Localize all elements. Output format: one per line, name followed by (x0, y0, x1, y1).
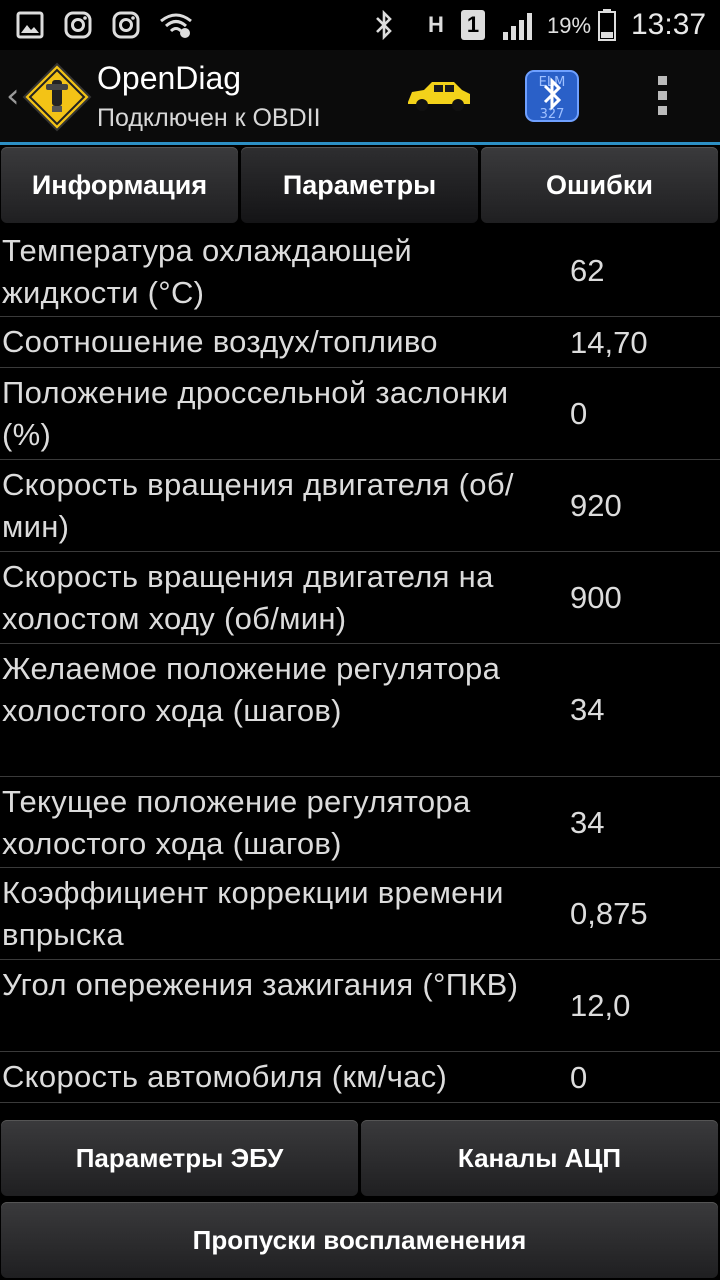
parameter-name: Скорость вращения двигателя на холостом … (2, 559, 494, 636)
parameter-value: 900 (570, 580, 622, 615)
parameter-list[interactable]: Температура охлаждающей жидкости (°C) 62… (0, 226, 720, 1112)
list-item: Соотношение воздух/топливо 14,70 (0, 317, 720, 368)
parameter-name: Коэффициент коррекции времени впрыска (2, 875, 504, 952)
list-item: Коэффициент коррекции времени впрыска 0,… (0, 868, 720, 960)
parameter-name: Текущее положение регулятора холостого х… (2, 784, 471, 861)
instagram-icon (110, 9, 142, 41)
parameter-value: 12,0 (570, 988, 631, 1023)
parameter-value: 34 (570, 805, 605, 840)
parameter-value: 920 (570, 488, 622, 523)
parameter-value: 14,70 (570, 325, 648, 360)
parameter-name: Положение дроссельной заслонки (%) (2, 375, 509, 452)
list-item: Скорость вращения двигателя (об/мин) 920 (0, 460, 720, 552)
gallery-icon (14, 9, 46, 41)
battery-percent: 19% (547, 13, 592, 38)
parameter-name: Соотношение воздух/топливо (2, 324, 438, 359)
list-item: Угол опережения зажигания (°ПКВ) 12,0 (0, 960, 720, 1052)
parameter-name: Скорость вращения двигателя (об/мин) (2, 467, 514, 544)
network-type-icon: H (428, 12, 444, 37)
parameter-value: 34 (570, 692, 605, 727)
battery-icon (596, 9, 618, 41)
tab-errors[interactable]: Ошибки (481, 147, 718, 223)
car-icon[interactable] (404, 78, 474, 119)
parameter-value: 62 (570, 253, 605, 288)
app-logo-icon[interactable] (22, 62, 92, 137)
list-item: Желаемое положение регулятора холостого … (0, 644, 720, 777)
overflow-menu-icon[interactable] (656, 74, 670, 123)
status-bar: H 1 19% 13:37 (0, 0, 720, 50)
sim-icon: 1 (460, 9, 486, 41)
adc-channels-button[interactable]: Каналы АЦП (361, 1120, 718, 1196)
parameter-name: Угол опережения зажигания (°ПКВ) (2, 967, 519, 1002)
parameter-name: Желаемое положение регулятора холостого … (2, 651, 501, 728)
misfires-button[interactable]: Пропуски воспламенения (1, 1202, 718, 1278)
tab-parameters[interactable]: Параметры (241, 147, 478, 223)
list-item: Температура охлаждающей жидкости (°C) 62 (0, 226, 720, 317)
bluetooth-elm-icon[interactable]: ELM 327 (525, 70, 579, 127)
parameter-name: Скорость автомобиля (км/час) (2, 1059, 448, 1094)
app-title: OpenDiag (97, 60, 242, 96)
parameter-value: 0,875 (570, 896, 648, 931)
list-item: Скорость автомобиля (км/час) 0 (0, 1052, 720, 1103)
action-bar-divider (0, 142, 720, 145)
list-item: Текущее положение регулятора холостого х… (0, 777, 720, 868)
list-item: Скорость вращения двигателя на холостом … (0, 552, 720, 644)
clock: 13:37 (631, 8, 707, 41)
wifi-icon (158, 9, 194, 41)
sim-slot-label: 1 (461, 10, 485, 40)
bluetooth-icon (370, 9, 398, 41)
back-chevron-icon[interactable]: ‹ (6, 76, 20, 116)
list-item: Положение дроссельной заслонки (%) 0 (0, 368, 720, 460)
instagram-icon (62, 9, 94, 41)
parameter-value: 0 (570, 396, 588, 431)
ecu-parameters-button[interactable]: Параметры ЭБУ (1, 1120, 358, 1196)
parameter-value: 0 (570, 1060, 588, 1095)
signal-icon (500, 9, 536, 41)
parameter-name: Температура охлаждающей жидкости (°C) (2, 233, 413, 310)
svg-text:327: 327 (540, 107, 565, 122)
connection-status: Подключен к OBDII (97, 104, 321, 132)
tab-information[interactable]: Информация (1, 147, 238, 223)
